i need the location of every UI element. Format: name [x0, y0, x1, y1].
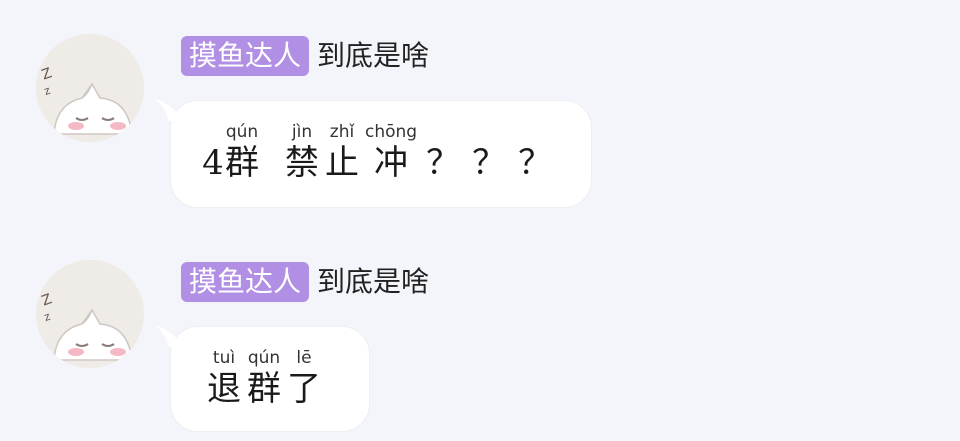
- text-char: jìn 禁: [285, 122, 319, 183]
- text-char: qún 群: [225, 122, 259, 183]
- avatar[interactable]: Z z: [36, 34, 144, 142]
- sleepy-cat-icon: Z z: [36, 260, 144, 368]
- text-char: ？: [426, 143, 461, 183]
- message-header: 摸鱼达人 到底是啥: [181, 36, 429, 76]
- text-char: ？: [472, 143, 507, 183]
- message-text: 4 qún 群 jìn 禁 zhǐ 止 chōng 冲 ？ ？ ？: [201, 121, 561, 183]
- avatar[interactable]: Z z: [36, 260, 144, 368]
- text-char: [265, 161, 279, 183]
- message-bubble[interactable]: 4 qún 群 jìn 禁 zhǐ 止 chōng 冲 ？ ？ ？: [155, 99, 592, 208]
- text-char: zhǐ 止: [325, 122, 359, 183]
- text-char: ？: [518, 143, 553, 183]
- text-char: tuì 退: [207, 348, 241, 409]
- sender-badge[interactable]: 摸鱼达人: [181, 262, 310, 302]
- sender-name[interactable]: 到底是啥: [317, 36, 429, 76]
- sender-badge[interactable]: 摸鱼达人: [181, 36, 310, 76]
- bubble-tail: [155, 325, 181, 347]
- text-char: 4: [202, 143, 224, 183]
- message-bubble[interactable]: tuì 退 qún 群 lē 了: [155, 325, 370, 432]
- text-char: lē 了: [287, 348, 321, 409]
- message-text: tuì 退 qún 群 lē 了: [207, 347, 327, 409]
- text-char: chōng 冲: [365, 122, 418, 183]
- sleepy-cat-icon: Z z: [36, 34, 144, 142]
- message-header: 摸鱼达人 到底是啥: [181, 262, 429, 302]
- bubble-tail: [155, 99, 181, 121]
- sender-name[interactable]: 到底是啥: [317, 262, 429, 302]
- text-char: qún 群: [247, 348, 281, 409]
